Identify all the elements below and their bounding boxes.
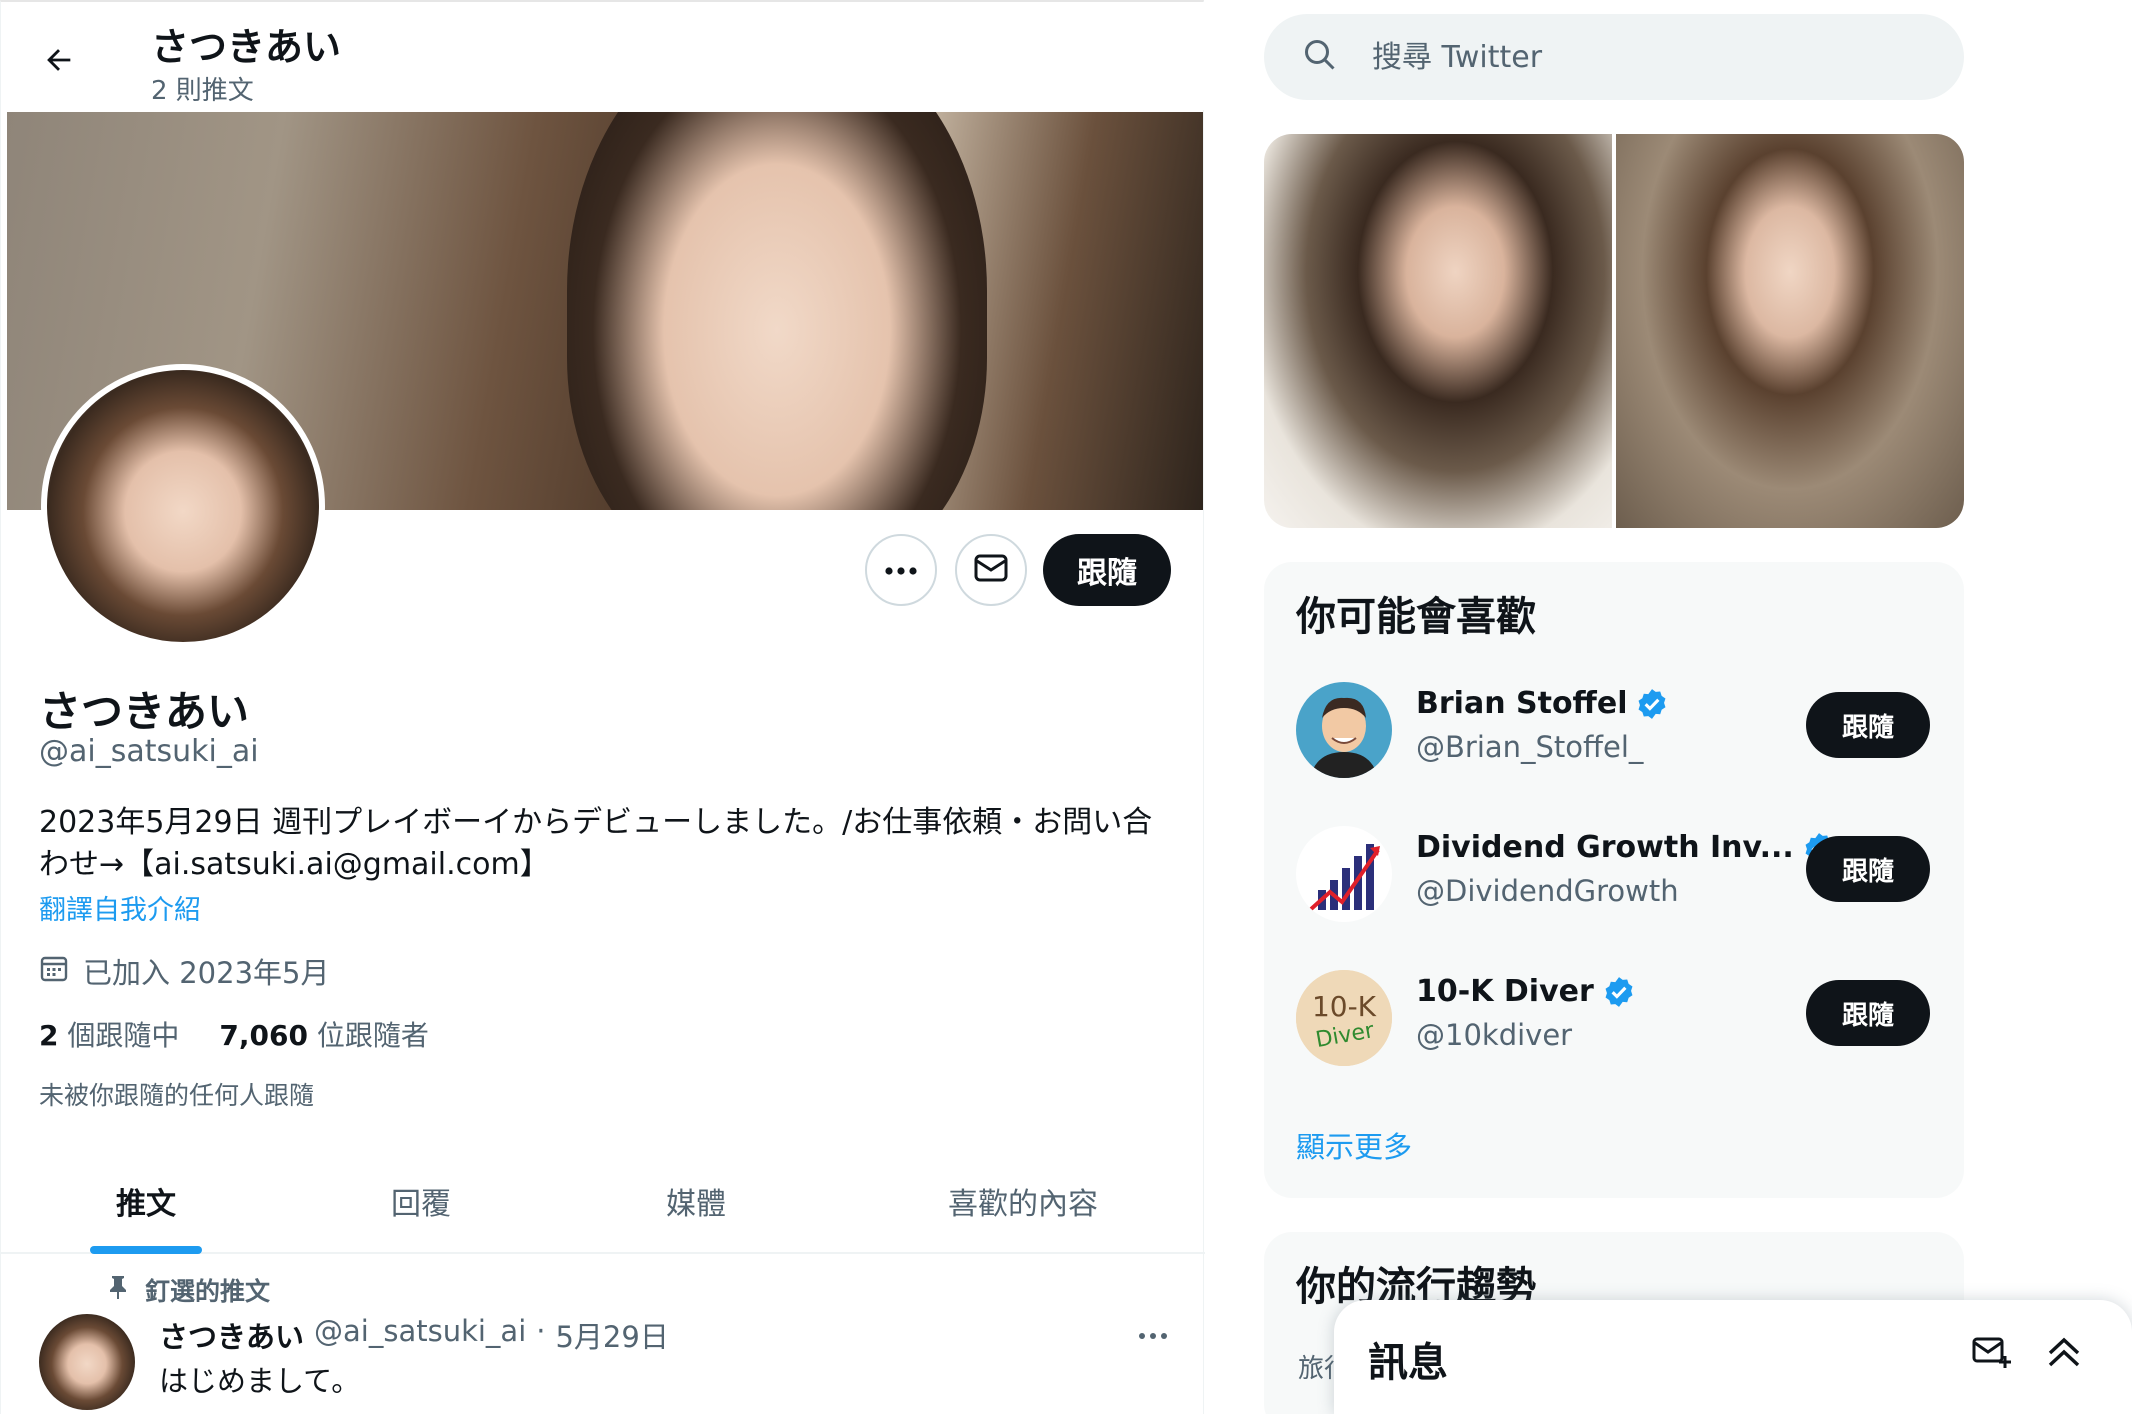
message-button[interactable] xyxy=(955,534,1027,606)
profile-column: さつきあい 2 則推文 跟隨 さつきあい @ai_satsuki_ai 2023… xyxy=(0,0,1205,1414)
calendar-icon xyxy=(39,953,69,990)
tweet-author-name[interactable]: さつきあい xyxy=(159,1314,304,1356)
tweet-author-handle[interactable]: @ai_satsuki_ai xyxy=(314,1314,526,1356)
profile-tabs: 推文 回覆 媒體 喜歡的內容 xyxy=(1,1148,1205,1254)
verified-badge-icon xyxy=(1602,975,1636,1009)
tab-label: 喜歡的內容 xyxy=(948,1187,1098,1222)
pinned-label-text: 釘選的推文 xyxy=(145,1277,271,1306)
envelope-icon xyxy=(974,553,1008,587)
header-post-count: 2 則推文 xyxy=(151,76,254,106)
account-avatar[interactable] xyxy=(1296,682,1392,778)
who-to-follow-card: 你可能會喜歡 Brian Stoffel @Brian_Stoffel_ 跟隨 xyxy=(1264,562,1964,1198)
tab-label: 媒體 xyxy=(666,1187,726,1222)
tweet-text: はじめまして。 xyxy=(159,1364,361,1398)
media-photo[interactable] xyxy=(1616,134,1964,528)
profile-avatar[interactable] xyxy=(41,364,325,648)
messages-title: 訊息 xyxy=(1368,1340,1448,1386)
active-tab-indicator xyxy=(90,1246,202,1254)
followers-stat[interactable]: 7,060 位跟隨者 xyxy=(219,1014,429,1054)
expand-drawer-button[interactable] xyxy=(2040,1330,2088,1378)
messages-drawer[interactable]: 訊息 xyxy=(1334,1300,2132,1414)
tab-media[interactable]: 媒體 xyxy=(551,1148,841,1254)
search-input[interactable] xyxy=(1372,39,1932,75)
header-profile-name: さつきあい xyxy=(151,25,342,69)
bio-line[interactable]: わせ→【ai.satsuki.ai@gmail.com】 xyxy=(39,844,1179,886)
suggested-account[interactable]: 10-K Diver 10-K Diver @10kdiver 跟隨 xyxy=(1296,970,1936,1070)
tab-label: 回覆 xyxy=(391,1187,451,1222)
account-name-text: Dividend Growth Inv... xyxy=(1416,830,1794,865)
tab-tweets[interactable]: 推文 xyxy=(1,1148,291,1254)
account-avatar[interactable]: 10-K Diver xyxy=(1296,970,1392,1066)
follow-stats: 2 個跟隨中 7,060 位跟隨者 xyxy=(39,1014,429,1054)
tab-replies[interactable]: 回覆 xyxy=(291,1148,551,1254)
account-handle: @Brian_Stoffel_ xyxy=(1416,730,1644,764)
profile-bio: 2023年5月29日 週刊プレイボーイからデビューしました。/お仕事依頼・お問い… xyxy=(39,802,1179,886)
joined-date: 已加入 2023年5月 xyxy=(39,950,329,992)
tab-likes[interactable]: 喜歡的內容 xyxy=(841,1148,1205,1254)
show-more-link[interactable]: 顯示更多 xyxy=(1296,1124,1412,1166)
double-chevron-up-icon xyxy=(2046,1335,2082,1373)
back-button[interactable] xyxy=(29,32,89,92)
account-name: 10-K Diver xyxy=(1416,974,1636,1009)
account-name-text: Brian Stoffel xyxy=(1416,686,1628,721)
tweet-header: さつきあい @ai_satsuki_ai · 5月29日 xyxy=(159,1314,669,1356)
bio-line: 2023年5月29日 週刊プレイボーイからデビューしました。/お仕事依頼・お問い… xyxy=(39,805,1153,840)
follow-button[interactable]: 跟隨 xyxy=(1806,980,1930,1046)
followers-label: 位跟隨者 xyxy=(316,1019,429,1052)
banner-photo-subject xyxy=(567,112,987,510)
tab-label: 推文 xyxy=(116,1187,176,1222)
account-avatar[interactable] xyxy=(1296,826,1392,922)
new-message-icon xyxy=(1972,1334,2012,1374)
profile-header-bar: さつきあい 2 則推文 xyxy=(1,2,1205,110)
follow-button[interactable]: 跟隨 xyxy=(1043,534,1171,606)
more-options-button[interactable] xyxy=(865,534,937,606)
follow-button[interactable]: 跟隨 xyxy=(1806,692,1930,758)
verified-badge-icon xyxy=(1635,687,1669,721)
account-handle: @10kdiver xyxy=(1416,1018,1573,1052)
following-stat[interactable]: 2 個跟隨中 xyxy=(39,1014,179,1054)
tweet-separator: · xyxy=(536,1314,546,1348)
joined-text: 已加入 2023年5月 xyxy=(83,956,330,990)
profile-name: さつきあい xyxy=(39,687,250,736)
following-label: 個跟隨中 xyxy=(67,1019,180,1052)
search-icon xyxy=(1302,37,1338,77)
pinned-tweet-label: 釘選的推文 xyxy=(107,1272,270,1308)
suggested-account[interactable]: Brian Stoffel @Brian_Stoffel_ 跟隨 xyxy=(1296,682,1936,782)
account-name-text: 10-K Diver xyxy=(1416,974,1594,1009)
account-name: Brian Stoffel xyxy=(1416,686,1669,721)
tweet-more-button[interactable] xyxy=(1129,1314,1177,1354)
account-name: Dividend Growth Inv... xyxy=(1416,830,1836,865)
ellipsis-icon xyxy=(884,561,918,580)
media-photo[interactable] xyxy=(1264,134,1612,528)
account-handle: @DividendGrowth xyxy=(1416,874,1679,908)
new-message-button[interactable] xyxy=(1968,1330,2016,1378)
following-count: 2 xyxy=(39,1019,59,1052)
profile-handle: @ai_satsuki_ai xyxy=(39,734,259,769)
tweet-author-avatar[interactable] xyxy=(39,1314,135,1410)
follow-button[interactable]: 跟隨 xyxy=(1806,836,1930,902)
who-to-follow-title: 你可能會喜歡 xyxy=(1296,594,1536,640)
profile-media-grid xyxy=(1264,134,1964,528)
pin-icon xyxy=(107,1274,129,1306)
search-bar[interactable] xyxy=(1264,14,1964,100)
translate-bio-link[interactable]: 翻譯自我介紹 xyxy=(39,888,201,927)
ellipsis-icon xyxy=(1138,1325,1168,1344)
followers-count: 7,060 xyxy=(219,1019,308,1052)
suggested-account[interactable]: Dividend Growth Inv... @DividendGrowth 跟… xyxy=(1296,826,1936,926)
arrow-left-icon xyxy=(42,43,76,81)
followed-by-note: 未被你跟隨的任何人跟隨 xyxy=(39,1081,315,1110)
tweet-date[interactable]: 5月29日 xyxy=(555,1314,668,1356)
